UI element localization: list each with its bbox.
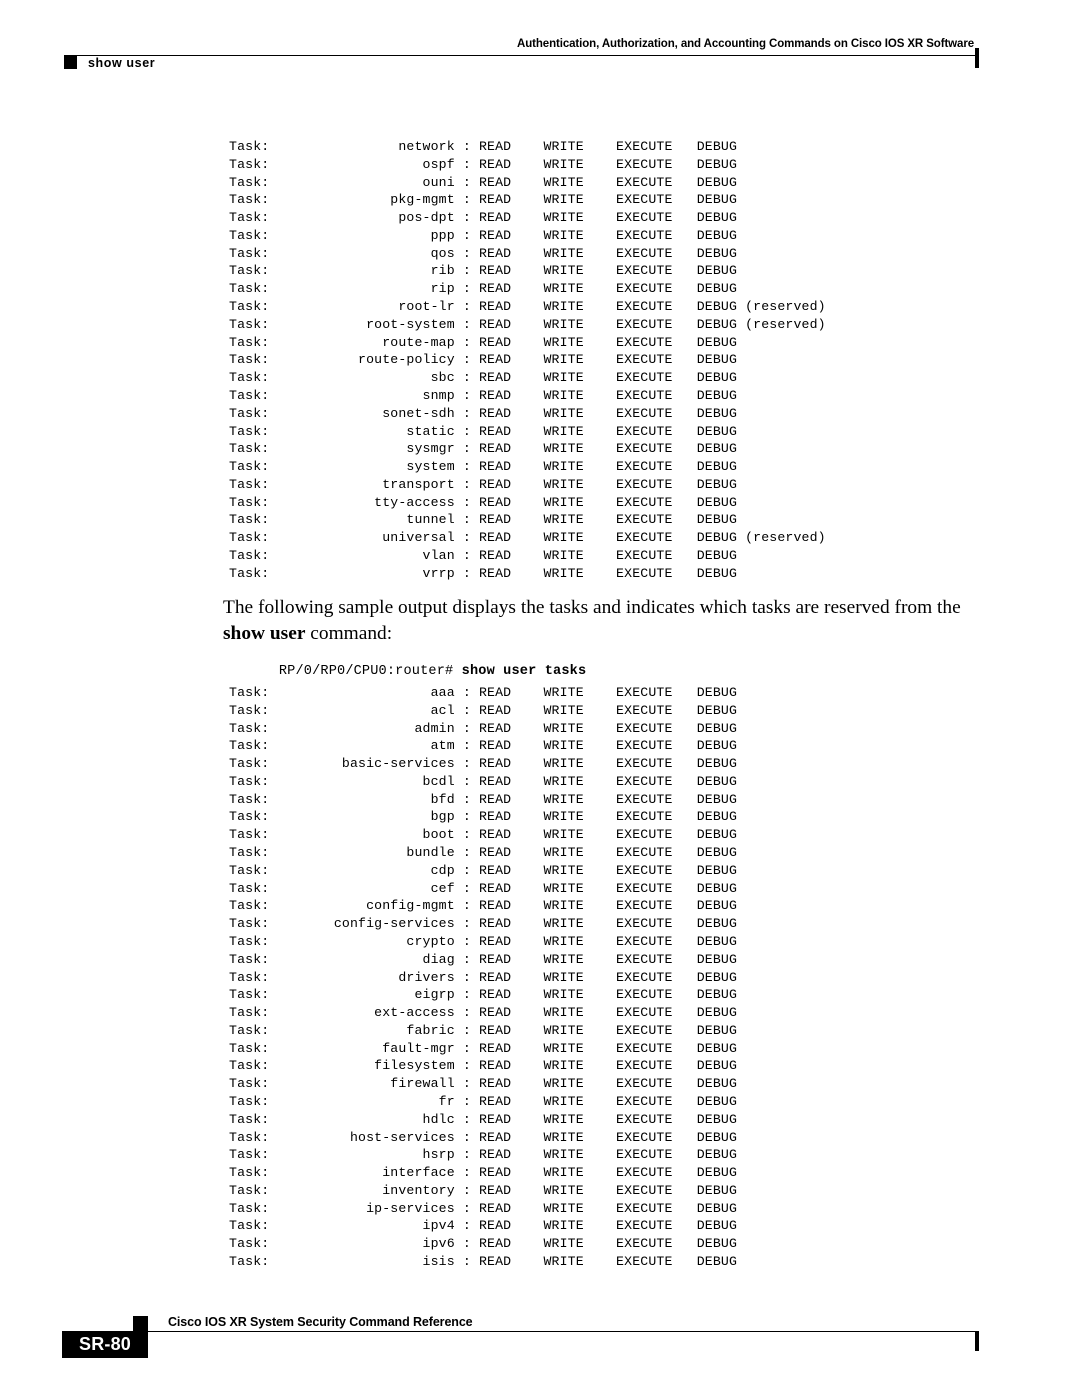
- body-paragraph: The following sample output displays the…: [223, 597, 961, 644]
- footer-square-marker-icon: [133, 1316, 148, 1331]
- footer-rule: [64, 1331, 977, 1333]
- header-rule: [64, 55, 977, 57]
- router-prompt: RP/0/RP0/CPU0:router#: [278, 664, 462, 679]
- page-number-label: SR-80: [78, 1334, 132, 1354]
- code-block-task-list-one: Task: network : READ WRITE EXECUTE DEBUG…: [229, 139, 826, 581]
- header-running-title: Authentication, Authorization, and Accou…: [516, 38, 974, 50]
- code-block-task-list-two: Task: aaa : READ WRITE EXECUTE DEBUG Tas…: [229, 685, 738, 1269]
- page-footer: Cisco IOS XR System Security Command Ref…: [0, 1300, 1080, 1397]
- footer-document-title: Cisco IOS XR System Security Command Ref…: [168, 1315, 473, 1329]
- header-square-marker-icon: [64, 56, 77, 69]
- footer-end-tick: [975, 1331, 979, 1351]
- header-running-head: show user: [88, 56, 156, 70]
- header-end-tick: [975, 48, 979, 68]
- page-number-badge: SR-80: [62, 1331, 148, 1358]
- command-text: show user tasks: [461, 664, 587, 679]
- document-page: Authentication, Authorization, and Accou…: [0, 0, 1080, 1397]
- page-header: Authentication, Authorization, and Accou…: [0, 0, 1080, 90]
